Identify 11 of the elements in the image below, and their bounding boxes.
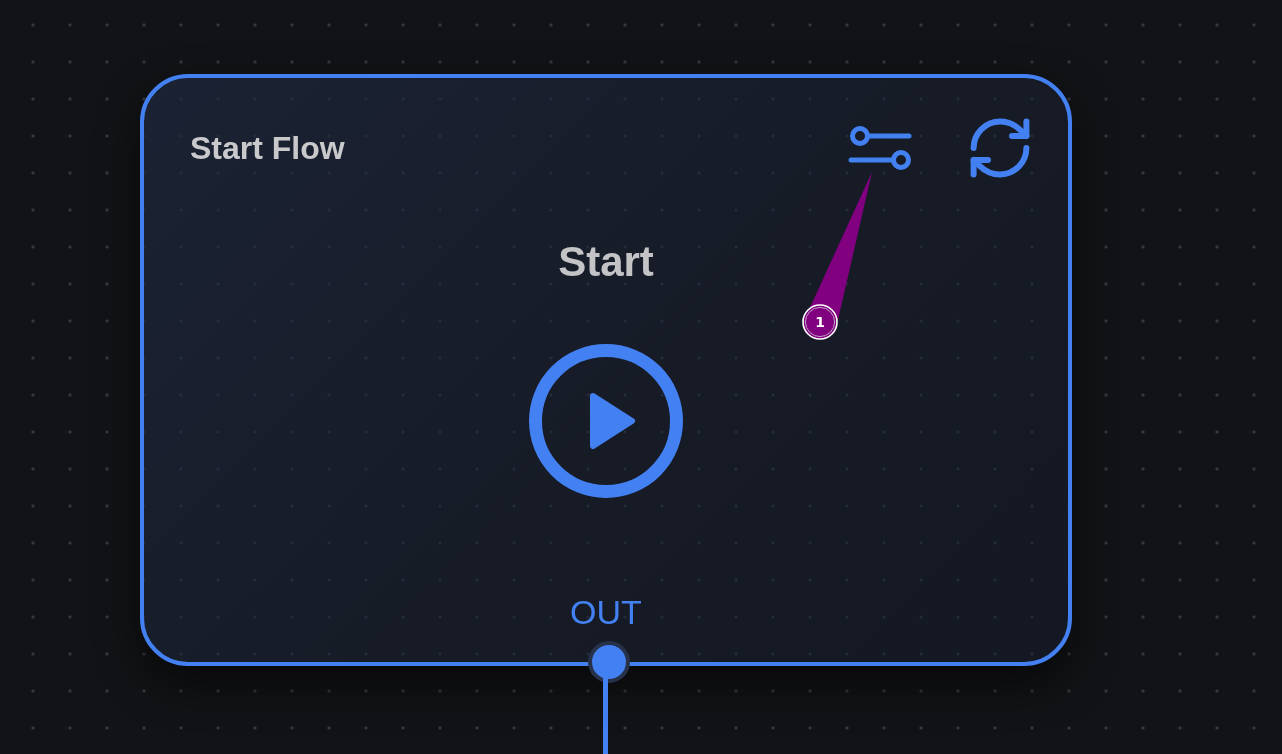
settings-button[interactable] [848,126,912,170]
play-icon [529,344,683,498]
node-title: Start Flow [190,129,345,168]
callout-number: 1 [815,314,825,330]
refresh-button[interactable] [970,118,1030,178]
output-port-label: OUT [570,592,642,632]
node-heading: Start [558,238,654,286]
output-port-handle[interactable] [588,641,630,683]
play-button[interactable] [529,344,683,498]
refresh-icon [970,118,1030,178]
sliders-icon [848,126,912,170]
